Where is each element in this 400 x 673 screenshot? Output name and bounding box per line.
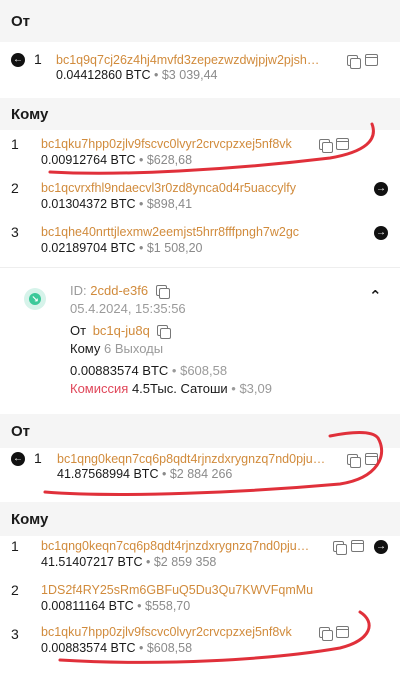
arrow-right-icon[interactable]: → [374,226,388,240]
amount-btc: 0.00811164 BTC [41,599,134,613]
explorer-icon[interactable] [351,540,364,552]
arrow-left-icon[interactable]: ← [11,53,25,67]
amount-usd: $3 039,44 [161,68,218,82]
to-row-3: 3 bc1qku7hpp0zjlv9fscvc0lvyr2crvcpzxej5n… [0,623,400,667]
tx-datetime: 05.4.2024, 15:35:56 [70,301,186,316]
from-row-1: ← 1 bc1q9q7cj26z4hj4mvfd3zepezwzdwjpjw2p… [0,46,400,92]
copy-icon[interactable] [347,454,361,468]
tx-to: Кому 6 Выходы [70,341,163,356]
row-index: 2 [11,582,19,598]
amount-usd: $898,41 [146,197,193,211]
tx-from: От bc1q-ju8q [70,323,172,339]
tx-id-value[interactable]: 2cdd-e3f6 [90,283,148,298]
tx-to-label: Кому [70,341,101,356]
to-title: Кому [11,105,49,123]
row-index: 1 [11,538,19,554]
explorer-icon[interactable] [365,54,378,66]
tx-id: ID: 2cdd-e3f6 [70,283,170,299]
tx-fee-label: Комиссия [70,381,129,396]
from-title: От [11,422,31,440]
transaction-card[interactable]: ↘ ID: 2cdd-e3f6 05.4.2024, 15:35:56 ⌃ От… [0,269,400,409]
copy-icon[interactable] [333,541,347,555]
address-link[interactable]: bc1q9q7cj26z4hj4mvfd3zepezwzdwjpjw2pjsh… [56,53,338,67]
collapse-chevron-icon[interactable]: ⌃ [369,287,382,305]
amount: 0.01304372 BTC • $898,41 [41,197,193,211]
tx-fee-usd: $3,09 [239,381,272,396]
copy-icon[interactable] [155,285,170,299]
row-index: 1 [34,450,42,466]
from-header: От [0,0,400,42]
copy-icon[interactable] [319,139,333,153]
address-link[interactable]: bc1qhe40nrttjlexmw2eemjst5hrr8fffpngh7w2… [41,225,331,239]
explorer-icon[interactable] [336,626,349,638]
amount-usd: $1 508,20 [146,241,203,255]
explorer-icon[interactable] [365,453,378,465]
arrow-right-icon[interactable]: → [374,182,388,196]
amount: 0.00811164 BTC • $558,70 [41,599,191,613]
address-link[interactable]: bc1qng0keqn7cq6p8qdt4rjnzdxrygnzq7nd0pju… [41,539,329,553]
amount: 41.87568994 BTC • $2 884 266 [57,467,233,481]
tx-fee: Комиссия 4.5Тыс. Сатоши • $3,09 [70,381,272,396]
row-index: 3 [11,626,19,642]
to-row-1: 1 bc1qng0keqn7cq6p8qdt4rjnzdxrygnzq7nd0p… [0,535,400,579]
address-link[interactable]: bc1qcvrxfhl9ndaecvl3r0zd8ynca0d4r5uaccyl… [41,181,323,195]
amount-usd: $558,70 [145,599,191,613]
tx-to-value: 6 Выходы [104,341,164,356]
row-index: 1 [34,51,42,67]
to-row-1: 1 bc1qku7hpp0zjlv9fscvc0lvyr2crvcpzxej5n… [0,133,400,177]
tx-id-label: ID: [70,283,87,298]
address-link[interactable]: 1DS2f4RY25sRm6GBFuQ5Du3Qu7KWVFqmMu [41,583,341,597]
tx-amount: 0.00883574 BTC • $608,58 [70,363,228,378]
address-link[interactable]: bc1qng0keqn7cq6p8qdt4rjnzdxrygnzq7nd0pju… [57,452,339,466]
amount-usd: $608,58 [146,641,193,655]
copy-icon[interactable] [347,55,361,69]
amount: 0.00912764 BTC • $628,68 [41,153,193,167]
arrow-right-icon[interactable]: → [374,540,388,554]
row-index: 2 [11,180,19,196]
amount-btc: 0.02189704 BTC [41,241,136,255]
amount-btc: 0.01304372 BTC [41,197,136,211]
amount-usd: $2 884 266 [169,467,233,481]
divider [0,267,400,268]
arrow-left-icon[interactable]: ← [11,452,25,466]
amount: 0.00883574 BTC • $608,58 [41,641,193,655]
row-index: 1 [11,136,19,152]
amount: 41.51407217 BTC • $2 859 358 [41,555,217,569]
amount: 0.02189704 BTC • $1 508,20 [41,241,203,255]
to-row-3: 3 bc1qhe40nrttjlexmw2eemjst5hrr8fffpngh7… [0,221,400,265]
tx-from-label: От [70,323,87,338]
copy-icon[interactable] [157,325,172,339]
tx-fee-value: 4.5Тыс. Сатоши [131,381,228,396]
address-link[interactable]: bc1qku7hpp0zjlv9fscvc0lvyr2crvcpzxej5nf8… [41,137,317,151]
from-header: От [0,414,400,448]
to-title: Кому [11,510,49,528]
from-row-1: ← 1 bc1qng0keqn7cq6p8qdt4rjnzdxrygnzq7nd… [0,448,400,496]
amount-btc: 41.87568994 BTC [57,467,159,481]
amount-btc: 0.04412860 BTC [56,68,151,82]
to-row-2: 2 bc1qcvrxfhl9ndaecvl3r0zd8ynca0d4r5uacc… [0,177,400,221]
to-header: Кому [0,98,400,130]
to-header: Кому [0,502,400,536]
to-row-2: 2 1DS2f4RY25sRm6GBFuQ5Du3Qu7KWVFqmMu 0.0… [0,579,400,623]
amount-btc: 41.51407217 BTC [41,555,143,569]
tx-amount-btc: 0.00883574 BTC [70,363,169,378]
incoming-tx-icon: ↘ [24,288,46,310]
from-title: От [11,12,31,30]
amount-btc: 0.00912764 BTC [41,153,136,167]
tx-amount-usd: $608,58 [180,363,228,378]
copy-icon[interactable] [319,627,333,641]
amount-usd: $2 859 358 [153,555,217,569]
row-index: 3 [11,224,19,240]
amount-usd: $628,68 [146,153,193,167]
tx-from-value[interactable]: bc1q-ju8q [93,323,150,338]
amount-btc: 0.00883574 BTC [41,641,136,655]
explorer-icon[interactable] [336,138,349,150]
address-link[interactable]: bc1qku7hpp0zjlv9fscvc0lvyr2crvcpzxej5nf8… [41,625,317,639]
amount: 0.04412860 BTC • $3 039,44 [56,68,218,82]
